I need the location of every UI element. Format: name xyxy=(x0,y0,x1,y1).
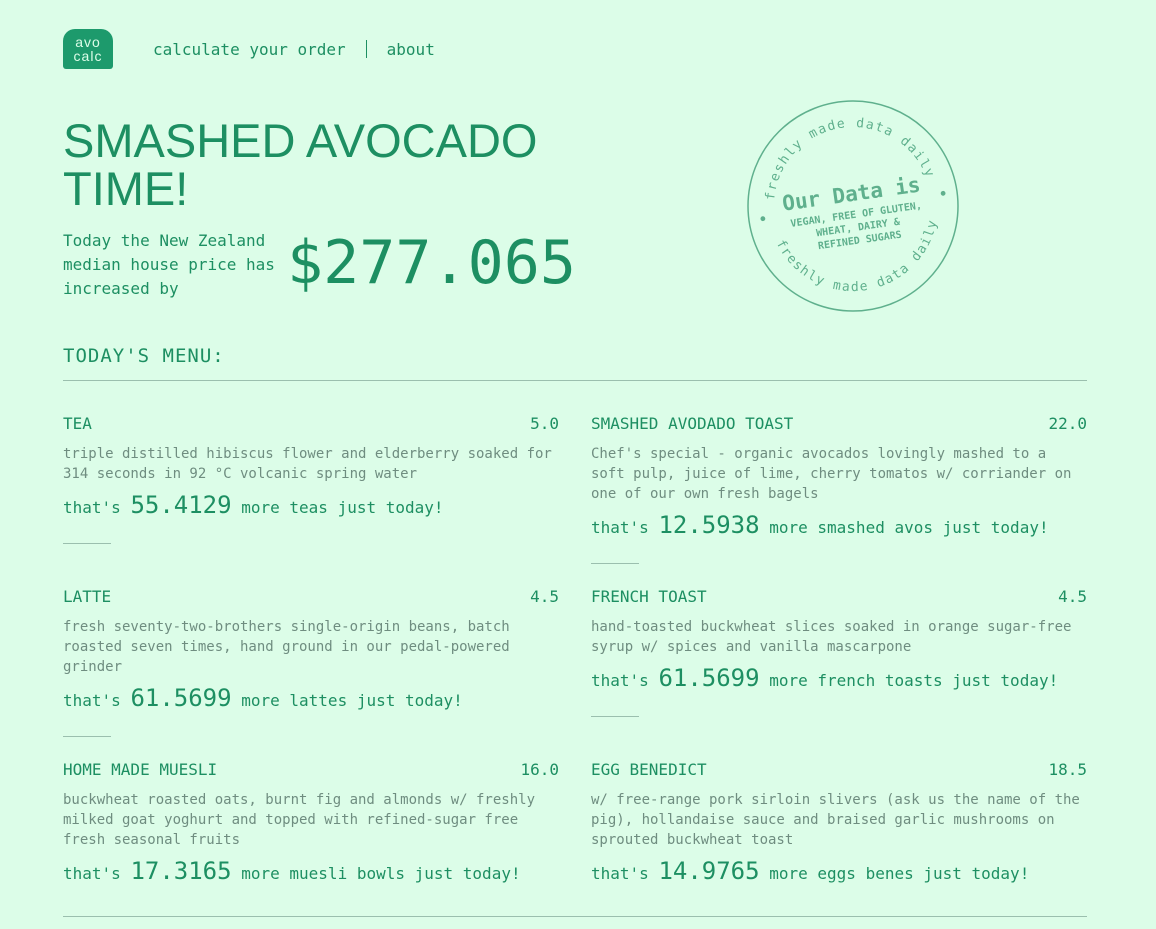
menu-item-name: EGG BENEDICT xyxy=(591,760,707,779)
menu-item-name: SMASHED AVODADO TOAST xyxy=(591,414,794,433)
menu-item-description: fresh seventy-two-brothers single-origin… xyxy=(63,619,510,675)
item-divider xyxy=(63,543,111,544)
menu-item-description: w/ free-range pork sirloin slivers (ask … xyxy=(591,792,1080,848)
site-header: avo calc calculate your order about xyxy=(63,29,435,69)
menu-item-header: FRENCH TOAST 4.5 xyxy=(591,587,1087,607)
menu-item-header: HOME MADE MUESLI 16.0 xyxy=(63,760,559,780)
logo-line-2: calc xyxy=(73,48,103,64)
menu-item-tea: TEA 5.0 triple distilled hibiscus flower… xyxy=(63,414,559,544)
menu-item-name: LATTE xyxy=(63,587,112,606)
equivalent-suffix: more french toasts just today! xyxy=(769,671,1059,690)
menu-item-equivalent: that's 61.5699 more lattes just today! xyxy=(63,683,559,716)
menu-item-price: 5.0 xyxy=(530,414,559,433)
menu-item-smashed-avocado-toast: SMASHED AVODADO TOAST 22.0 Chef's specia… xyxy=(591,414,1087,564)
menu-item-description: Chef's special - organic avocados loving… xyxy=(591,446,1072,502)
menu-item-price: 16.0 xyxy=(520,760,559,779)
stamp-dot-left xyxy=(760,216,766,222)
menu-item-description: hand-toasted buckwheat slices soaked in … xyxy=(591,619,1072,655)
equivalent-count: 61.5699 xyxy=(130,684,232,712)
equivalent-suffix: more smashed avos just today! xyxy=(769,518,1049,537)
stamp-dot-right xyxy=(940,190,946,196)
equivalent-count: 14.9765 xyxy=(658,857,760,885)
menu-item-price: 18.5 xyxy=(1048,760,1087,779)
menu-item-header: SMASHED AVODADO TOAST 22.0 xyxy=(591,414,1087,434)
menu-item-description: triple distilled hibiscus flower and eld… xyxy=(63,446,552,482)
menu-item-equivalent: that's 61.5699 more french toasts just t… xyxy=(591,663,1087,696)
menu-item-home-made-muesli: HOME MADE MUESLI 16.0 buckwheat roasted … xyxy=(63,760,559,889)
equivalent-prefix: that's xyxy=(63,691,121,710)
menu-item-egg-benedict: EGG BENEDICT 18.5 w/ free-range pork sir… xyxy=(591,760,1087,889)
menu-top-divider xyxy=(63,380,1087,381)
freshly-made-data-stamp: freshly made data daily freshly made dat… xyxy=(747,100,959,312)
house-price-increase: $277.065 xyxy=(287,228,576,298)
menu-item-latte: LATTE 4.5 fresh seventy-two-brothers sin… xyxy=(63,587,559,737)
avocalc-logo[interactable]: avo calc xyxy=(63,29,113,69)
menu-item-equivalent: that's 55.4129 more teas just today! xyxy=(63,490,559,523)
equivalent-prefix: that's xyxy=(591,671,649,690)
equivalent-suffix: more eggs benes just today! xyxy=(769,864,1030,883)
equivalent-suffix: more muesli bowls just today! xyxy=(241,864,521,883)
menu-item-equivalent: that's 17.3165 more muesli bowls just to… xyxy=(63,856,559,889)
hero-description: Today the New Zealand median house price… xyxy=(63,231,275,298)
logo-line-1: avo xyxy=(75,34,101,50)
nav-calculate-your-order[interactable]: calculate your order xyxy=(153,40,346,59)
equivalent-count: 61.5699 xyxy=(658,664,760,692)
menu-item-name: HOME MADE MUESLI xyxy=(63,760,218,779)
item-divider xyxy=(591,716,639,717)
menu-heading: TODAY'S MENU: xyxy=(63,345,225,367)
equivalent-prefix: that's xyxy=(63,498,121,517)
stamp-outer-ring xyxy=(747,100,959,312)
menu-item-price: 22.0 xyxy=(1048,414,1087,433)
equivalent-suffix: more teas just today! xyxy=(241,498,444,517)
equivalent-prefix: that's xyxy=(591,864,649,883)
menu-item-price: 4.5 xyxy=(1058,587,1087,606)
equivalent-prefix: that's xyxy=(591,518,649,537)
menu-item-header: LATTE 4.5 xyxy=(63,587,559,607)
item-divider xyxy=(591,563,639,564)
menu-bottom-divider xyxy=(63,916,1087,917)
menu-item-header: TEA 5.0 xyxy=(63,414,559,434)
equivalent-count: 17.3165 xyxy=(130,857,232,885)
menu-item-equivalent: that's 14.9765 more eggs benes just toda… xyxy=(591,856,1087,889)
equivalent-prefix: that's xyxy=(63,864,121,883)
menu-item-equivalent: that's 12.5938 more smashed avos just to… xyxy=(591,510,1087,543)
menu-item-french-toast: FRENCH TOAST 4.5 hand-toasted buckwheat … xyxy=(591,587,1087,717)
equivalent-count: 12.5938 xyxy=(658,511,760,539)
menu-item-name: FRENCH TOAST xyxy=(591,587,707,606)
menu-item-price: 4.5 xyxy=(530,587,559,606)
main-nav: calculate your order about xyxy=(153,40,435,59)
menu-item-name: TEA xyxy=(63,414,92,433)
equivalent-count: 55.4129 xyxy=(130,491,232,519)
equivalent-suffix: more lattes just today! xyxy=(241,691,463,710)
menu-item-description: buckwheat roasted oats, burnt fig and al… xyxy=(63,792,536,848)
menu-item-header: EGG BENEDICT 18.5 xyxy=(591,760,1087,780)
item-divider xyxy=(63,736,111,737)
nav-divider xyxy=(365,40,367,58)
nav-about[interactable]: about xyxy=(387,40,435,59)
page-title: SMASHED AVOCADO TIME! xyxy=(63,114,538,215)
